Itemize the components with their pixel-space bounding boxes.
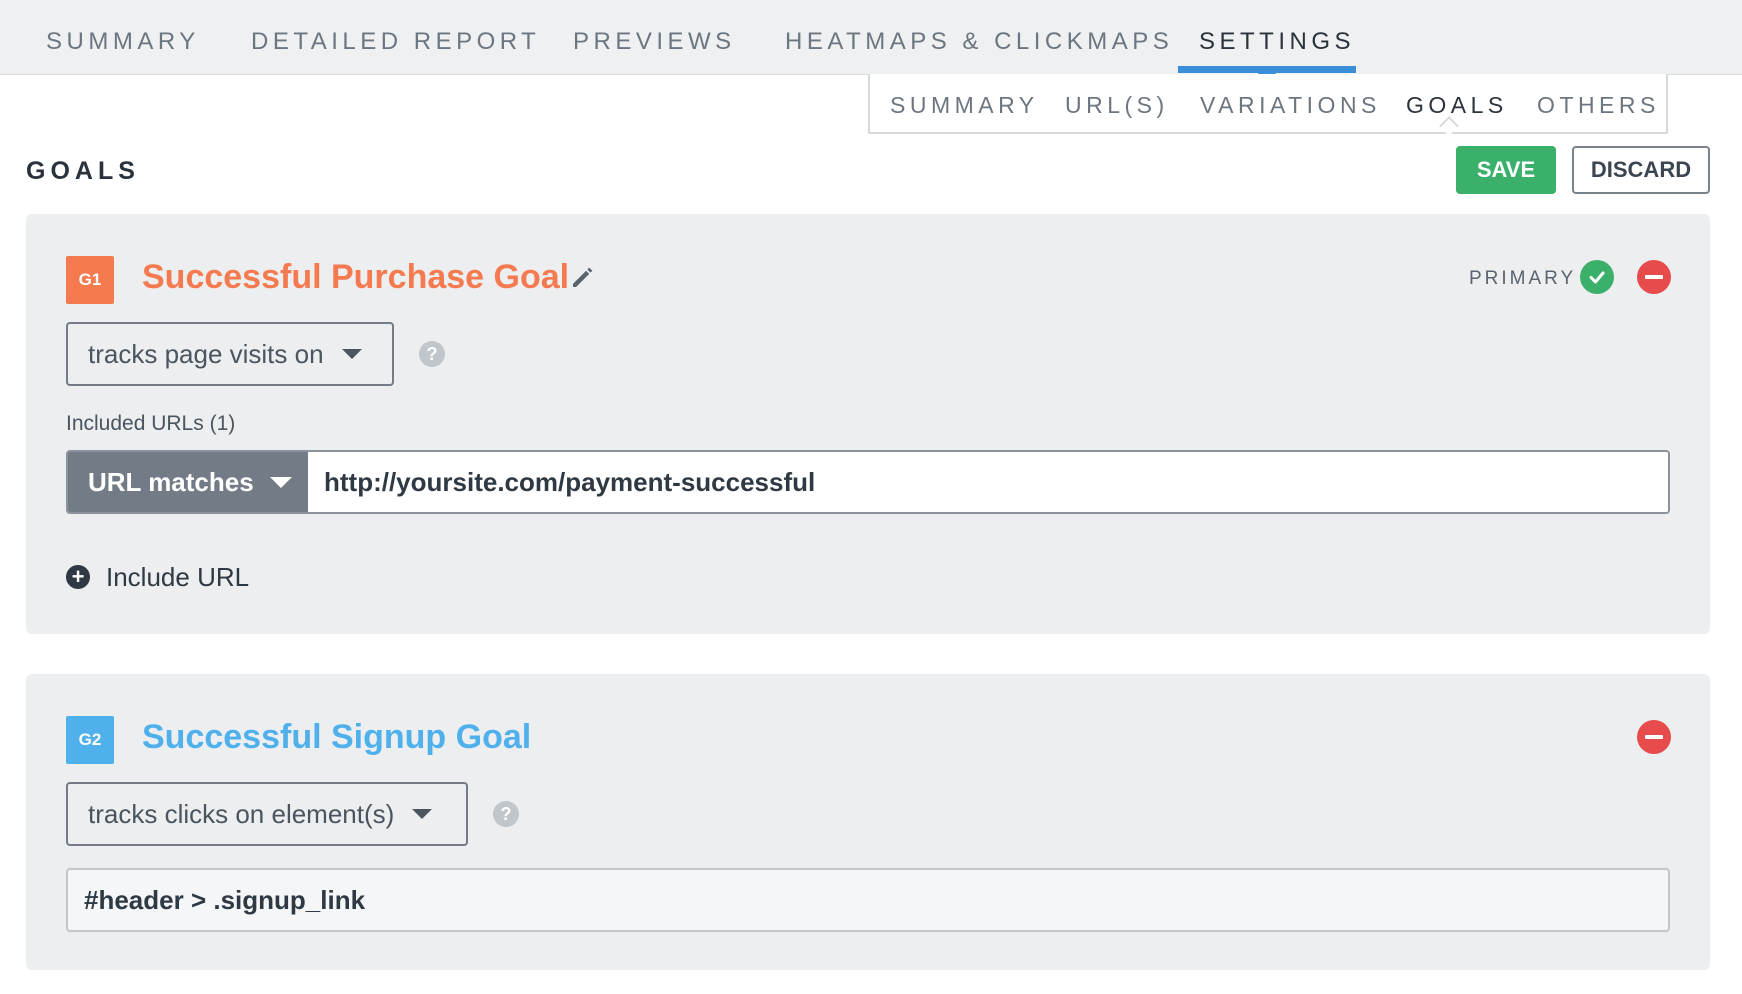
chevron-down-icon bbox=[269, 476, 292, 488]
element-selector-input[interactable] bbox=[66, 868, 1670, 932]
goal-name-g2[interactable]: Successful Signup Goal bbox=[142, 718, 531, 757]
url-match-type-dropdown[interactable]: URL matches bbox=[68, 452, 308, 512]
goal-card-g2: G2 Successful Signup Goal tracks clicks … bbox=[26, 674, 1710, 970]
subtab-others[interactable]: OTHERS bbox=[1537, 92, 1660, 119]
goal-type-value: tracks page visits on bbox=[88, 338, 324, 369]
goal-name-g1[interactable]: Successful Purchase Goal bbox=[142, 258, 569, 297]
included-urls-label: Included URLs (1) bbox=[66, 412, 236, 435]
minus-circle-icon[interactable] bbox=[1637, 720, 1671, 754]
check-circle-icon[interactable] bbox=[1580, 260, 1614, 294]
tab-heatmaps-clickmaps[interactable]: HEATMAPS & CLICKMAPS bbox=[785, 28, 1173, 56]
include-url-label: Include URL bbox=[106, 561, 250, 592]
chevron-down-icon bbox=[341, 349, 362, 359]
subtab-summary[interactable]: SUMMARY bbox=[890, 92, 1039, 119]
tab-previews[interactable]: PREVIEWS bbox=[573, 28, 736, 56]
goal-badge-g2: G2 bbox=[66, 716, 114, 764]
chevron-down-icon bbox=[412, 809, 433, 819]
url-condition-row: URL matches bbox=[66, 450, 1670, 514]
settings-sub-tab-bar: SUMMARY URL(S) VARIATIONS GOALS OTHERS bbox=[868, 74, 1668, 136]
goal-badge-g1: G1 bbox=[66, 256, 114, 304]
goal-type-value: tracks clicks on element(s) bbox=[88, 798, 395, 829]
url-match-type-value: URL matches bbox=[88, 466, 254, 497]
subtab-urls[interactable]: URL(S) bbox=[1065, 92, 1169, 119]
subtab-goals[interactable]: GOALS bbox=[1406, 92, 1508, 119]
tab-detailed-report[interactable]: DETAILED REPORT bbox=[251, 28, 540, 56]
pencil-icon[interactable] bbox=[568, 262, 598, 292]
goal-type-dropdown[interactable]: tracks clicks on element(s) bbox=[66, 782, 468, 846]
minus-circle-icon[interactable] bbox=[1637, 260, 1671, 294]
main-tab-bar: SUMMARY DETAILED REPORT PREVIEWS HEATMAP… bbox=[0, 0, 1742, 84]
goal-type-dropdown[interactable]: tracks page visits on bbox=[66, 322, 394, 386]
goal-card-g1: G1 Successful Purchase Goal PRIMARY trac… bbox=[26, 214, 1710, 634]
tab-summary[interactable]: SUMMARY bbox=[46, 28, 200, 56]
active-subtab-caret bbox=[1439, 116, 1459, 136]
discard-button[interactable]: DISCARD bbox=[1572, 146, 1710, 194]
url-input[interactable] bbox=[308, 452, 1668, 512]
save-button[interactable]: SAVE bbox=[1456, 146, 1556, 194]
plus-circle-icon: + bbox=[66, 565, 90, 589]
tab-settings[interactable]: SETTINGS bbox=[1199, 28, 1355, 56]
include-url-button[interactable]: + Include URL bbox=[66, 560, 249, 594]
question-icon[interactable]: ? bbox=[493, 801, 519, 827]
subtab-variations[interactable]: VARIATIONS bbox=[1200, 92, 1381, 119]
page-title: GOALS bbox=[26, 157, 140, 185]
question-icon[interactable]: ? bbox=[419, 341, 445, 367]
primary-label: PRIMARY bbox=[1469, 268, 1577, 289]
